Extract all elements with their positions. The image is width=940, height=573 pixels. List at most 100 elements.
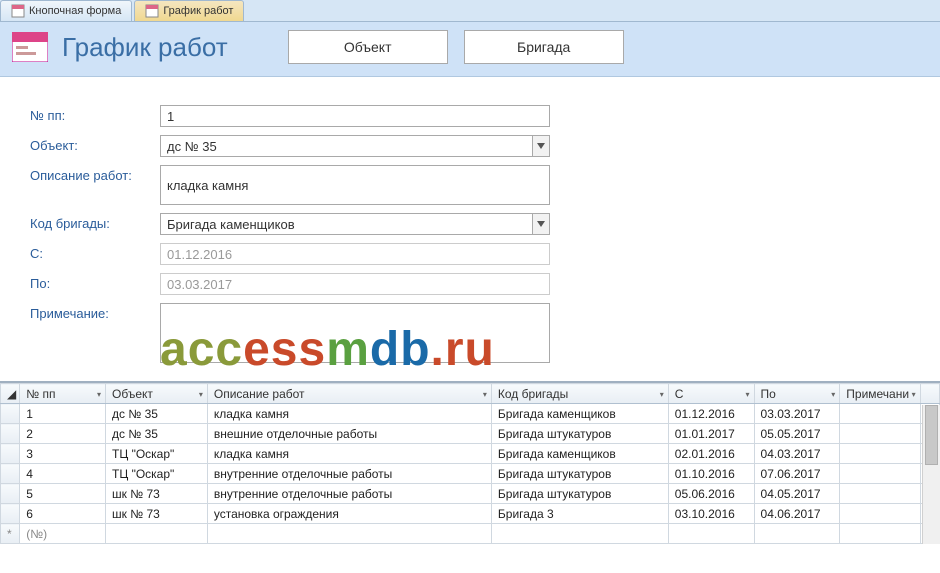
row-selector[interactable] — [1, 464, 20, 484]
table-row[interactable]: 1дс № 35кладка камняБригада каменщиков01… — [1, 404, 940, 424]
sort-arrow-icon: ▾ — [199, 390, 203, 399]
cell-from[interactable]: 01.01.2017 — [668, 424, 754, 444]
object-combo[interactable] — [160, 135, 532, 157]
col-to[interactable]: По▾ — [754, 384, 840, 404]
cell-from[interactable]: 01.10.2016 — [668, 464, 754, 484]
page-title: График работ — [62, 32, 228, 63]
row-selector[interactable] — [1, 424, 20, 444]
col-object[interactable]: Объект▾ — [106, 384, 208, 404]
tab-label: Кнопочная форма — [29, 5, 121, 17]
col-brigade[interactable]: Код бригады▾ — [491, 384, 668, 404]
brigade-combo[interactable] — [160, 213, 532, 235]
cell-from[interactable]: 03.10.2016 — [668, 504, 754, 524]
tab-bar: Кнопочная форма График работ — [0, 0, 940, 22]
form-header: График работ Объект Бригада — [0, 22, 940, 77]
cell-num[interactable]: (№) — [20, 524, 106, 544]
cell-num[interactable]: 6 — [20, 504, 106, 524]
cell-num[interactable]: 3 — [20, 444, 106, 464]
cell-brigade[interactable]: Бригада каменщиков — [491, 404, 668, 424]
select-all-cell[interactable]: ◢ — [1, 384, 20, 404]
sort-arrow-icon: ▾ — [831, 390, 835, 399]
cell-object[interactable]: ТЦ "Оскар" — [106, 444, 208, 464]
cell-object[interactable]: дс № 35 — [106, 424, 208, 444]
col-desc[interactable]: Описание работ▾ — [207, 384, 491, 404]
cell-brigade[interactable]: Бригада штукатуров — [491, 424, 668, 444]
cell-desc[interactable]: установка ограждения — [207, 504, 491, 524]
cell-desc[interactable]: внешние отделочные работы — [207, 424, 491, 444]
cell-object[interactable]: шк № 73 — [106, 504, 208, 524]
cell-num[interactable]: 2 — [20, 424, 106, 444]
note-field[interactable] — [160, 303, 550, 363]
cell-to[interactable]: 04.06.2017 — [754, 504, 840, 524]
cell-desc[interactable]: кладка камня — [207, 404, 491, 424]
chevron-down-icon — [537, 143, 545, 149]
table-row[interactable]: 4ТЦ "Оскар"внутренние отделочные работыБ… — [1, 464, 940, 484]
label-num: № пп: — [30, 105, 160, 123]
to-date-field[interactable] — [160, 273, 550, 295]
data-table: ◢ № пп▾ Объект▾ Описание работ▾ Код бриг… — [0, 383, 940, 544]
col-spacer — [920, 384, 939, 404]
form-body-container: № пп: Объект: Описание работ: Код бригад… — [0, 77, 940, 381]
cell-to[interactable]: 04.03.2017 — [754, 444, 840, 464]
row-selector[interactable] — [1, 444, 20, 464]
cell-to[interactable]: 04.05.2017 — [754, 484, 840, 504]
table-row[interactable]: 3ТЦ "Оскар"кладка камняБригада каменщико… — [1, 444, 940, 464]
cell-from[interactable]: 05.06.2016 — [668, 484, 754, 504]
datasheet: ◢ № пп▾ Объект▾ Описание работ▾ Код бриг… — [0, 381, 940, 544]
label-to: По: — [30, 273, 160, 291]
object-button[interactable]: Объект — [288, 30, 448, 64]
label-desc: Описание работ: — [30, 165, 160, 183]
cell-from[interactable]: 02.01.2016 — [668, 444, 754, 464]
num-field[interactable] — [160, 105, 550, 127]
tab-schedule[interactable]: График работ — [134, 0, 244, 21]
cell-brigade[interactable]: Бригада каменщиков — [491, 444, 668, 464]
desc-field[interactable] — [160, 165, 550, 205]
form-icon — [145, 4, 159, 18]
cell-desc[interactable]: кладка камня — [207, 444, 491, 464]
chevron-down-icon — [537, 221, 545, 227]
vertical-scrollbar[interactable] — [922, 405, 940, 544]
row-selector[interactable] — [1, 404, 20, 424]
cell-num[interactable]: 1 — [20, 404, 106, 424]
cell-note[interactable] — [840, 504, 920, 524]
cell-object[interactable]: дс № 35 — [106, 404, 208, 424]
cell-object[interactable]: ТЦ "Оскар" — [106, 464, 208, 484]
col-note[interactable]: Примечани▾ — [840, 384, 920, 404]
cell-desc[interactable]: внутренние отделочные работы — [207, 484, 491, 504]
form-body: № пп: Объект: Описание работ: Код бригад… — [0, 77, 940, 381]
new-row-marker[interactable]: * — [1, 524, 20, 544]
cell-from[interactable]: 01.12.2016 — [668, 404, 754, 424]
brigade-combo-dropdown[interactable] — [532, 213, 550, 235]
cell-note[interactable] — [840, 484, 920, 504]
new-row[interactable]: *(№) — [1, 524, 940, 544]
cell-to[interactable]: 05.05.2017 — [754, 424, 840, 444]
from-date-field[interactable] — [160, 243, 550, 265]
brigade-button[interactable]: Бригада — [464, 30, 624, 64]
row-selector[interactable] — [1, 504, 20, 524]
cell-note[interactable] — [840, 404, 920, 424]
col-from[interactable]: С▾ — [668, 384, 754, 404]
table-row[interactable]: 2дс № 35внешние отделочные работыБригада… — [1, 424, 940, 444]
col-num[interactable]: № пп▾ — [20, 384, 106, 404]
form-large-icon — [12, 32, 48, 62]
cell-object[interactable]: шк № 73 — [106, 484, 208, 504]
cell-note[interactable] — [840, 464, 920, 484]
table-row[interactable]: 6шк № 73установка огражденияБригада 303.… — [1, 504, 940, 524]
cell-desc[interactable]: внутренние отделочные работы — [207, 464, 491, 484]
cell-to[interactable]: 03.03.2017 — [754, 404, 840, 424]
cell-num[interactable]: 4 — [20, 464, 106, 484]
sort-arrow-icon: ▾ — [483, 390, 487, 399]
cell-to[interactable]: 07.06.2017 — [754, 464, 840, 484]
scroll-thumb[interactable] — [925, 405, 938, 465]
sort-arrow-icon: ▾ — [912, 390, 916, 399]
cell-brigade[interactable]: Бригада штукатуров — [491, 484, 668, 504]
cell-num[interactable]: 5 — [20, 484, 106, 504]
cell-note[interactable] — [840, 444, 920, 464]
table-row[interactable]: 5шк № 73внутренние отделочные работыБриг… — [1, 484, 940, 504]
cell-note[interactable] — [840, 424, 920, 444]
tab-button-form[interactable]: Кнопочная форма — [0, 0, 132, 21]
cell-brigade[interactable]: Бригада штукатуров — [491, 464, 668, 484]
cell-brigade[interactable]: Бригада 3 — [491, 504, 668, 524]
row-selector[interactable] — [1, 484, 20, 504]
object-combo-dropdown[interactable] — [532, 135, 550, 157]
